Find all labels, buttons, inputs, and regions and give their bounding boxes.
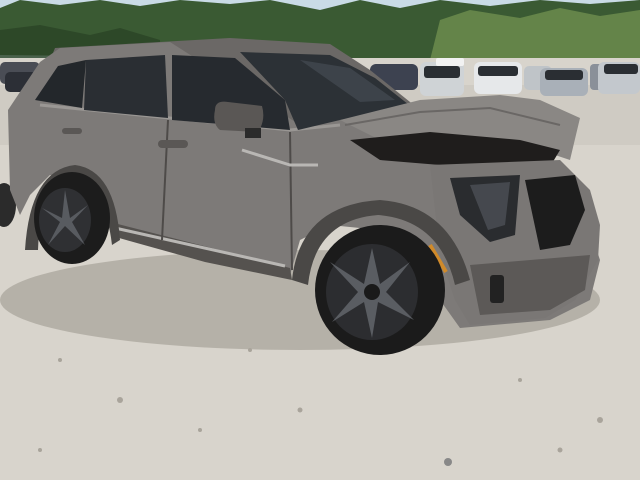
front-door-handle: [158, 140, 188, 148]
tree-highlights: [430, 8, 640, 62]
side-mirror: [214, 101, 264, 132]
rear-wheel: [34, 172, 110, 264]
scene-svg: [0, 0, 640, 480]
rear-door-handle: [62, 128, 82, 134]
photo-scene: [0, 0, 640, 480]
front-hub-cap: [364, 284, 380, 300]
front-wheel: [315, 225, 445, 355]
fog-light: [490, 275, 504, 303]
rear-door-window: [84, 55, 168, 118]
mirror-base: [245, 128, 261, 138]
